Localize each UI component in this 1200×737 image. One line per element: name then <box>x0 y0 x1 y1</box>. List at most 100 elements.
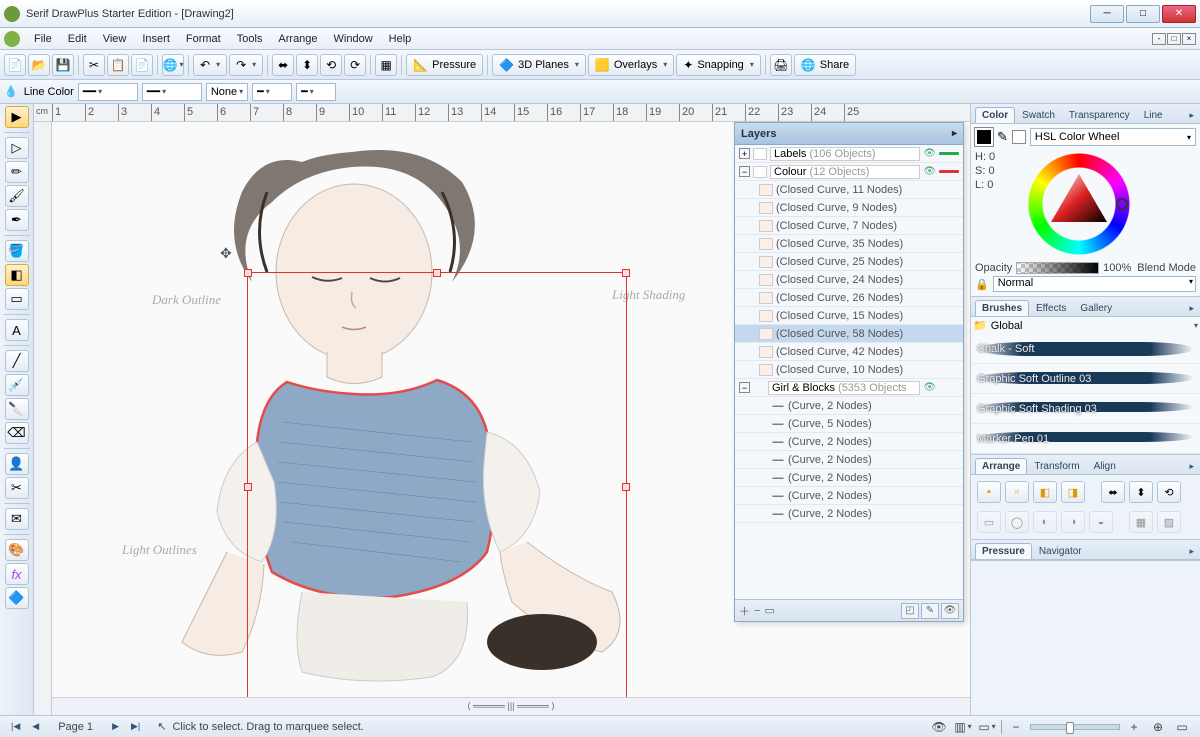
layer-row[interactable]: −Colour (12 Objects)👁 <box>735 163 963 181</box>
fx-tool[interactable]: fx <box>5 563 29 585</box>
zoom-page-button[interactable]: ▭ <box>1172 719 1192 735</box>
layer-row[interactable]: —(Curve, 2 Nodes) <box>735 397 963 415</box>
undo-button[interactable]: ↶▾ <box>193 54 227 76</box>
menu-view[interactable]: View <box>95 31 135 47</box>
snapping-button[interactable]: ✦ Snapping▾ <box>676 54 761 76</box>
layer-row[interactable]: —(Curve, 2 Nodes) <box>735 487 963 505</box>
layer-row[interactable]: (Closed Curve, 58 Nodes) <box>735 325 963 343</box>
pen-tool[interactable]: ✒ <box>5 209 29 231</box>
subtract-button[interactable]: ◐ <box>1033 511 1057 533</box>
blend-mode-select[interactable]: Normal <box>993 276 1196 292</box>
layer-row[interactable]: —(Curve, 5 Nodes) <box>735 415 963 433</box>
layer-row[interactable]: —(Curve, 2 Nodes) <box>735 469 963 487</box>
copy-button[interactable]: 📋 <box>107 54 129 76</box>
eye-icon[interactable]: 👁 <box>923 148 936 159</box>
prev-page-button[interactable]: ◀ <box>29 721 42 732</box>
tab-align[interactable]: Align <box>1087 458 1123 474</box>
pressure-menu-arrow[interactable]: ▸ <box>1187 544 1196 559</box>
exclude-button[interactable]: ◒ <box>1089 511 1113 533</box>
mdi-minimize-button[interactable]: - <box>1152 33 1166 45</box>
transparency-tool[interactable]: ◧ <box>5 264 29 286</box>
color-wheel[interactable] <box>1025 150 1133 258</box>
person-tool[interactable]: 👤 <box>5 453 29 475</box>
tab-pressure[interactable]: Pressure <box>975 543 1032 559</box>
pressure-button[interactable]: 📐 Pressure <box>406 54 483 76</box>
bring-front-button[interactable]: ▪ <box>977 481 1001 503</box>
vertical-ruler[interactable] <box>34 122 52 715</box>
knife-tool[interactable]: 🔪 <box>5 398 29 420</box>
zoom-slider[interactable] <box>1030 724 1120 730</box>
tab-swatch[interactable]: Swatch <box>1015 107 1062 123</box>
last-page-button[interactable]: ▶| <box>128 721 143 732</box>
next-page-button[interactable]: ▶ <box>109 721 122 732</box>
view-eye-button[interactable]: 👁 <box>929 719 949 735</box>
layer-row[interactable]: (Closed Curve, 25 Nodes) <box>735 253 963 271</box>
print-button[interactable]: 🖨 <box>770 54 792 76</box>
layer-row[interactable]: (Closed Curve, 10 Nodes) <box>735 361 963 379</box>
palette-tool[interactable]: 🎨 <box>5 539 29 561</box>
pencil-tool[interactable]: ✏ <box>5 161 29 183</box>
line-tool[interactable]: ╱ <box>5 350 29 372</box>
view-preview-button[interactable]: ▭▾ <box>977 719 997 735</box>
layer-row[interactable]: (Closed Curve, 24 Nodes) <box>735 271 963 289</box>
line-style-select[interactable]: ━━▾ <box>142 83 202 101</box>
layer-locate-button[interactable]: ◰ <box>901 603 919 619</box>
flip-h-button[interactable]: ⬌ <box>272 54 294 76</box>
brush-folder-select[interactable]: 📁 Global ▾ <box>971 317 1200 334</box>
horizontal-scrollbar[interactable]: ⟨ ═════ ||| ═════ ⟩ <box>52 697 970 715</box>
add-layer-button[interactable]: ＋ <box>739 603 750 619</box>
eraser-tool[interactable]: ⌫ <box>5 422 29 444</box>
eye-icon[interactable]: 👁 <box>923 382 936 393</box>
zoom-fit-button[interactable]: ⊕ <box>1148 719 1168 735</box>
horizontal-ruler[interactable]: cm 1234567891011121314151617181920212223… <box>34 104 970 122</box>
opacity-slider[interactable] <box>1016 262 1099 274</box>
layers-panel-header[interactable]: Layers ▸ <box>735 123 963 145</box>
fill-type-swatch[interactable] <box>1012 130 1026 144</box>
fill-tool[interactable]: 🪣 <box>5 240 29 262</box>
brush-item[interactable]: Graphic Soft Outline 03 <box>971 364 1200 394</box>
menu-tools[interactable]: Tools <box>229 31 271 47</box>
minimize-button[interactable]: ─ <box>1090 5 1124 23</box>
brush-item[interactable]: Graphic Soft Shading 03 <box>971 394 1200 424</box>
crop-tool[interactable]: ✂ <box>5 477 29 499</box>
selection-box[interactable]: ✥ <box>247 272 627 702</box>
rotate-left-button[interactable]: ⟲ <box>320 54 342 76</box>
node-tool[interactable]: ▷ <box>5 137 29 159</box>
menu-arrange[interactable]: Arrange <box>270 31 325 47</box>
tab-transparency[interactable]: Transparency <box>1062 107 1137 123</box>
panel-collapse-icon[interactable]: ▸ <box>952 128 957 139</box>
mdi-restore-button[interactable]: □ <box>1167 33 1181 45</box>
send-backward-button[interactable]: ◧ <box>1033 481 1057 503</box>
tab-transform[interactable]: Transform <box>1027 458 1086 474</box>
layer-row[interactable]: —(Curve, 2 Nodes) <box>735 433 963 451</box>
union-button[interactable]: ◯ <box>1005 511 1029 533</box>
shape-tool[interactable]: ▭ <box>5 288 29 310</box>
menu-insert[interactable]: Insert <box>134 31 178 47</box>
rotate-button[interactable]: ⟲ <box>1157 481 1181 503</box>
layer-row[interactable]: (Closed Curve, 11 Nodes) <box>735 181 963 199</box>
arrow-start-select[interactable]: ━▾ <box>252 83 292 101</box>
delete-layer-button[interactable]: − <box>754 605 760 617</box>
menu-file[interactable]: File <box>26 31 60 47</box>
menu-format[interactable]: Format <box>178 31 229 47</box>
color-mode-select[interactable]: HSL Color Wheel <box>1030 128 1196 146</box>
flip-v-button2[interactable]: ⬍ <box>1129 481 1153 503</box>
line-weight-select[interactable]: ━━▾ <box>78 83 138 101</box>
3d-tool[interactable]: 🔷 <box>5 587 29 609</box>
open-button[interactable]: 📂 <box>28 54 50 76</box>
first-page-button[interactable]: |◀ <box>8 721 23 732</box>
tab-brushes[interactable]: Brushes <box>975 300 1029 316</box>
resize-handle-tr[interactable] <box>622 269 630 277</box>
eyedropper-icon[interactable]: ✎ <box>997 129 1008 145</box>
overlays-button[interactable]: 🟨 Overlays▾ <box>588 54 674 76</box>
line-end-select[interactable]: None▾ <box>206 83 248 101</box>
group-button[interactable]: ▦ <box>375 54 397 76</box>
eye-icon[interactable]: 👁 <box>923 166 936 177</box>
ungroup-button[interactable]: ▨ <box>1157 511 1181 533</box>
bring-forward-button[interactable]: ▫ <box>1005 481 1029 503</box>
tab-gallery[interactable]: Gallery <box>1073 300 1119 316</box>
expand-icon[interactable]: − <box>739 166 750 177</box>
3d-planes-button[interactable]: 🔷 3D Planes▾ <box>492 54 586 76</box>
resize-handle-tl[interactable] <box>244 269 252 277</box>
close-button[interactable]: ✕ <box>1162 5 1196 23</box>
